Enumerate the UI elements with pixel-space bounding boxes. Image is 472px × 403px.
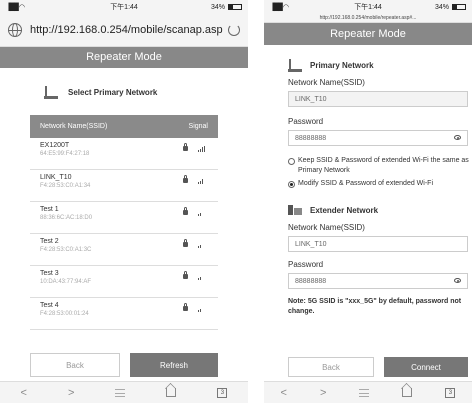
reload-icon[interactable]	[228, 24, 240, 36]
address-bar[interactable]: http://192.168.0.254/mobile/repeater.asp…	[264, 14, 472, 23]
network-mac: F4:28:53:C0:A1:34	[40, 183, 91, 189]
lock-icon	[183, 303, 188, 311]
status-bar: ▐██ ◠ 下午1:44 34%	[0, 0, 248, 14]
extender-ssid-value: LINK_T10	[295, 240, 327, 248]
network-table-header: Network Name(SSID) Signal	[30, 115, 218, 138]
back-button[interactable]: Back	[30, 353, 120, 377]
extender-icon	[288, 203, 302, 217]
eye-icon[interactable]	[454, 278, 461, 283]
home-icon[interactable]	[402, 388, 413, 397]
extender-password-value: 88888888	[295, 277, 327, 285]
primary-password-label: Password	[288, 117, 324, 126]
status-bar: ▐██ ◠ 下午1:44 34%	[264, 0, 472, 14]
extender-ssid-field[interactable]: LINK_T10	[288, 236, 468, 252]
battery-icon	[452, 4, 466, 10]
network-row[interactable]: LINK_T10 F4:28:53:C0:A1:34	[30, 170, 218, 202]
tabs-icon[interactable]: 3	[217, 387, 228, 398]
url-text[interactable]: http://192.168.0.254/mobile/repeater.asp…	[320, 15, 417, 21]
primary-ssid-label: Network Name(SSID)	[288, 78, 365, 87]
router-icon	[44, 86, 58, 99]
address-bar[interactable]: http://192.168.0.254/mobile/scanap.asp	[0, 14, 248, 47]
radio-checked-icon[interactable]	[288, 181, 295, 188]
network-row[interactable]: Test 2 F4:28:53:C0:A1:3C	[30, 234, 218, 266]
lock-icon	[183, 207, 188, 215]
nav-back-icon[interactable]: <	[281, 387, 287, 399]
left-phone-screen: ▐██ ◠ 下午1:44 34% http://192.168.0.254/mo…	[0, 0, 248, 403]
radio-unchecked-icon[interactable]	[288, 158, 295, 165]
browser-nav: < > 3	[264, 381, 472, 403]
signal-strength-icon	[198, 209, 206, 216]
lock-icon	[183, 175, 188, 183]
router-icon	[288, 59, 302, 72]
menu-icon[interactable]	[115, 388, 126, 397]
page-title: Repeater Mode	[264, 23, 472, 45]
url-text[interactable]: http://192.168.0.254/mobile/scanap.asp	[30, 24, 228, 36]
signal-strength-icon	[198, 145, 206, 152]
signal-strength-icon	[198, 177, 206, 184]
extender-section-title: Extender Network	[310, 205, 379, 215]
back-button[interactable]: Back	[288, 357, 374, 377]
primary-password-field[interactable]: 88888888	[288, 130, 468, 146]
eye-icon[interactable]	[454, 135, 461, 140]
lock-icon	[183, 239, 188, 247]
radio-keep-same[interactable]: Keep SSID & Password of extended Wi-Fi t…	[288, 156, 470, 176]
extender-ssid-label: Network Name(SSID)	[288, 223, 365, 232]
column-ssid: Network Name(SSID)	[40, 123, 108, 130]
page-title: Repeater Mode	[0, 47, 248, 68]
network-row[interactable]: Test 1 88:36:6C:AC:18:D0	[30, 202, 218, 234]
nav-forward-icon[interactable]: >	[320, 387, 326, 399]
network-mac: 88:36:6C:AC:18:D0	[40, 215, 93, 221]
extender-password-label: Password	[288, 260, 324, 269]
column-signal: Signal	[188, 123, 208, 130]
action-bar: Back Connect	[288, 357, 468, 377]
battery-icon	[228, 4, 242, 10]
network-row[interactable]: Test 3 10:DA:43:77:94:AF	[30, 266, 218, 298]
status-time: 下午1:44	[354, 4, 382, 11]
browser-nav: < > 3	[0, 381, 248, 403]
right-phone-screen: ▐██ ◠ 下午1:44 34% http://192.168.0.254/mo…	[264, 0, 472, 403]
primary-password-value: 88888888	[295, 134, 327, 142]
signal-strength-icon	[198, 241, 206, 248]
tabs-icon[interactable]: 3	[445, 387, 456, 398]
signal-strength-icon	[198, 273, 206, 280]
network-row[interactable]: EX1200T 64:E5:99:F4:27:18	[30, 138, 218, 170]
nav-back-icon[interactable]: <	[21, 387, 27, 399]
status-time: 下午1:44	[110, 4, 138, 11]
network-mac: 10:DA:43:77:94:AF	[40, 279, 92, 285]
primary-section-title: Primary Network	[310, 61, 374, 70]
refresh-button[interactable]: Refresh	[130, 353, 218, 377]
lock-icon	[183, 271, 188, 279]
network-row[interactable]: Test 4 F4:28:53:00:01:24	[30, 298, 218, 330]
lock-icon	[183, 143, 188, 151]
network-mac: 64:E5:99:F4:27:18	[40, 151, 90, 157]
section-title: Select Primary Network	[68, 88, 158, 97]
network-mac: F4:28:53:00:01:24	[40, 311, 89, 317]
radio-modify[interactable]: Modify SSID & Password of extended Wi-Fi	[288, 179, 470, 189]
extender-section-header: Extender Network	[288, 203, 472, 217]
primary-ssid-value: LINK_T10	[295, 95, 327, 103]
signal-strength-icon	[198, 305, 206, 312]
menu-icon[interactable]	[359, 388, 370, 397]
note-text: Note: 5G SSID is "xxx_5G" by default, pa…	[288, 298, 462, 315]
action-bar: Back Refresh	[30, 353, 218, 377]
section-header: Select Primary Network	[44, 86, 248, 99]
primary-ssid-field[interactable]: LINK_T10	[288, 91, 468, 107]
extender-password-field[interactable]: 88888888	[288, 273, 468, 289]
nav-forward-icon[interactable]: >	[68, 387, 74, 399]
globe-icon	[8, 23, 22, 37]
primary-section-header: Primary Network	[288, 59, 472, 72]
connect-button[interactable]: Connect	[384, 357, 468, 377]
home-icon[interactable]	[166, 388, 177, 397]
network-list: EX1200T 64:E5:99:F4:27:18 LINK_T10 F4:28:53…	[0, 138, 248, 330]
network-mac: F4:28:53:C0:A1:3C	[40, 247, 92, 253]
radio-modify-label: Modify SSID & Password of extended Wi-Fi	[298, 180, 433, 187]
radio-keep-label: Keep SSID & Password of extended Wi-Fi t…	[298, 157, 469, 174]
